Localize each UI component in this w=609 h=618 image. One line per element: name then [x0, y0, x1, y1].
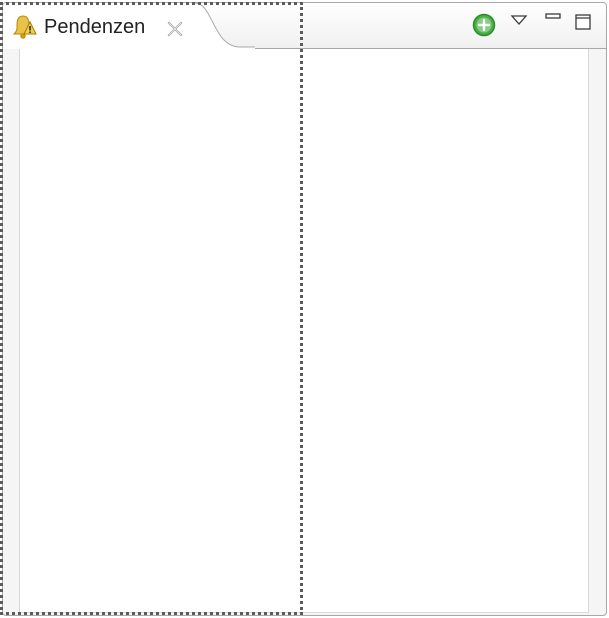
pendenzen-view: Pendenzen: [0, 0, 609, 618]
view-content: [19, 49, 589, 613]
view-menu-icon[interactable]: [510, 13, 528, 27]
maximize-icon[interactable]: [574, 13, 592, 31]
tab-label: Pendenzen: [44, 16, 146, 38]
tab-edge: [185, 3, 255, 49]
bell-warning-icon: [12, 15, 37, 39]
close-icon[interactable]: [166, 20, 184, 38]
minimize-icon[interactable]: [544, 12, 562, 22]
view-panel: Pendenzen: [2, 2, 607, 616]
add-icon[interactable]: [472, 13, 496, 37]
